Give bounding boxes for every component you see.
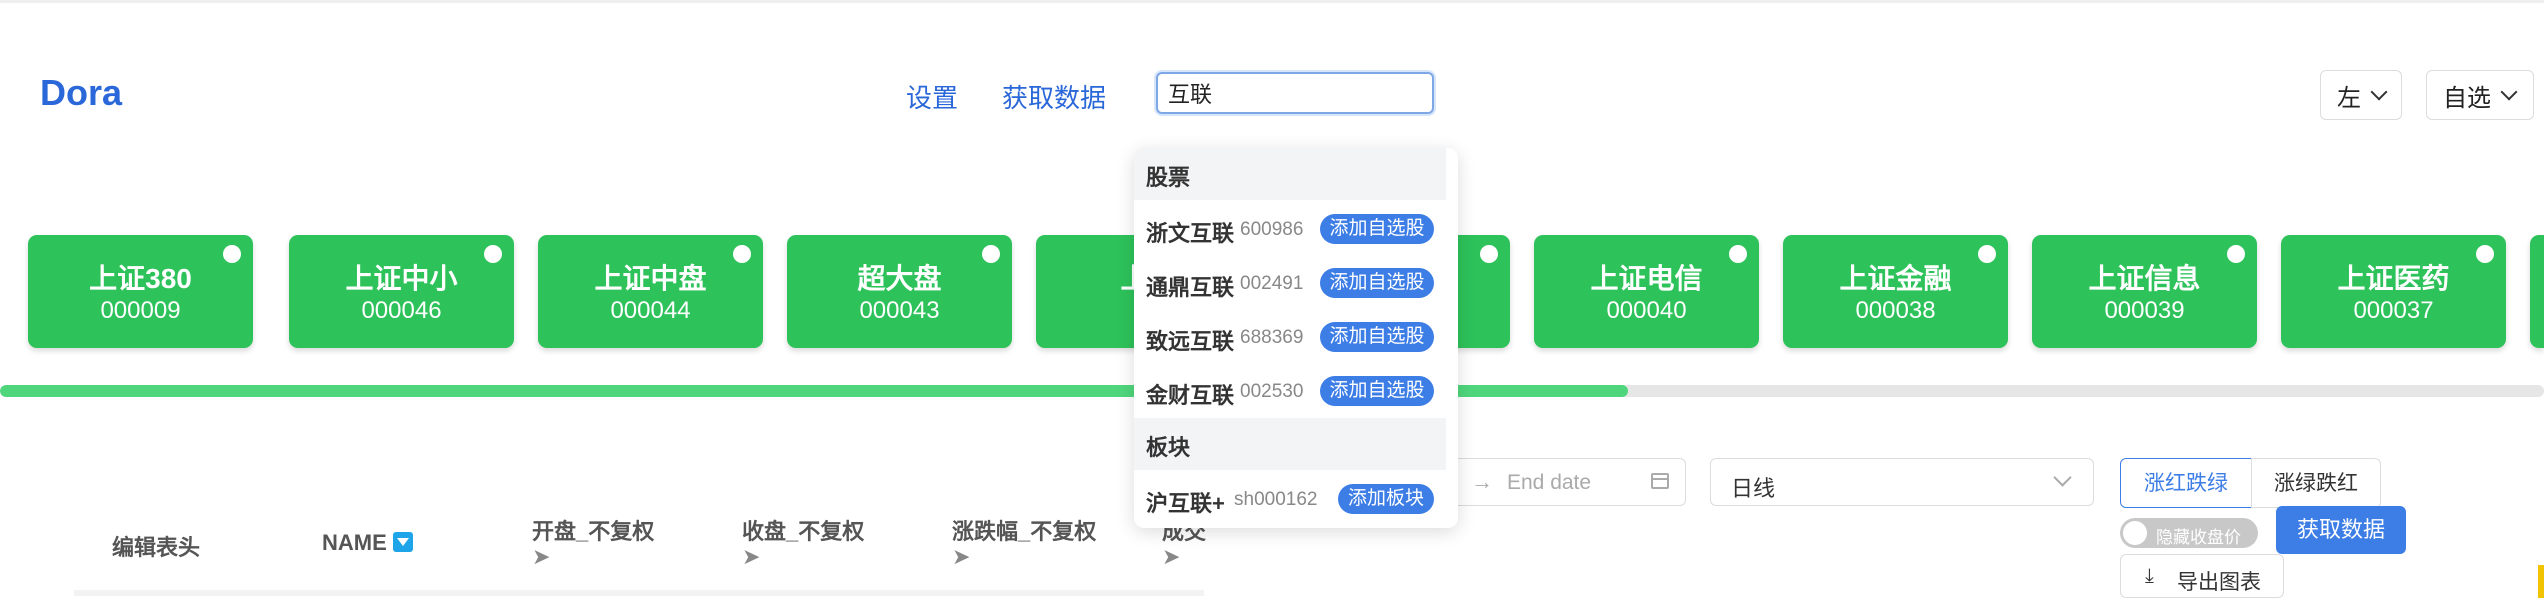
search-result-item[interactable]: 致远互联 688369 添加自选股 bbox=[1134, 310, 1458, 362]
index-card[interactable]: 上证信息 000039 bbox=[2032, 235, 2257, 348]
result-name: 通鼎互联 bbox=[1146, 275, 1235, 300]
index-card-code: 000044 bbox=[610, 297, 691, 324]
card-dot-icon[interactable] bbox=[1480, 245, 1498, 263]
add-to-watchlist-button[interactable]: 添加自选股 bbox=[1320, 214, 1434, 244]
result-name: 致远互联 bbox=[1146, 329, 1235, 354]
result-name: 沪互联+ bbox=[1146, 491, 1225, 516]
index-card-code: 000046 bbox=[361, 297, 442, 324]
dropdown-group-stocks: 股票 bbox=[1134, 148, 1446, 200]
expand-arrow-icon[interactable]: ➤ bbox=[742, 544, 760, 570]
nav-settings-link[interactable]: 设置 bbox=[906, 78, 958, 115]
result-code: 688369 bbox=[1240, 327, 1304, 348]
sort-down-icon[interactable] bbox=[392, 532, 413, 552]
table-body-edge bbox=[74, 590, 1204, 596]
fetch-data-button[interactable]: 获取数据 bbox=[2276, 506, 2406, 554]
index-card[interactable]: 上证中盘 000044 bbox=[538, 235, 763, 348]
nav-fetch-data-link[interactable]: 获取数据 bbox=[1002, 78, 1106, 115]
chevron-down-icon bbox=[2053, 468, 2072, 487]
index-card-name: 上证医药 bbox=[2337, 263, 2450, 294]
table-header-close[interactable]: 收盘_不复权 bbox=[742, 514, 864, 546]
index-card[interactable]: 上证中小 000046 bbox=[289, 235, 514, 348]
add-sector-button[interactable]: 添加板块 bbox=[1338, 484, 1434, 514]
dropdown-group-sectors: 板块 bbox=[1134, 418, 1446, 470]
index-card-code: 000040 bbox=[1606, 297, 1687, 324]
export-chart-button[interactable]: ⤓ 导出图表 bbox=[2120, 554, 2284, 598]
download-icon: ⤓ bbox=[2145, 565, 2154, 587]
table-header-change[interactable]: 涨跌幅_不复权 bbox=[952, 514, 1096, 546]
hide-close-price-label: 隐藏收盘价 bbox=[2156, 528, 2241, 547]
table-header-name[interactable]: NAME bbox=[322, 530, 413, 556]
result-name: 浙文互联 bbox=[1146, 221, 1235, 246]
index-card-name: 上证中小 bbox=[345, 263, 458, 294]
index-card-name: 上证电信 bbox=[1590, 263, 1703, 294]
export-chart-label: 导出图表 bbox=[2177, 571, 2261, 594]
end-date-picker[interactable]: → End date bbox=[1450, 458, 1686, 506]
expand-arrow-icon[interactable]: ➤ bbox=[532, 544, 550, 570]
index-card[interactable]: 超大盘 000043 bbox=[787, 235, 1012, 348]
result-code: 002530 bbox=[1240, 381, 1304, 402]
chevron-down-icon bbox=[2370, 83, 2388, 101]
index-card-name: 上证中盘 bbox=[594, 263, 707, 294]
index-card-partial[interactable] bbox=[2530, 235, 2544, 348]
period-select[interactable]: 日线 bbox=[1710, 458, 2094, 506]
search-result-item[interactable]: 浙文互联 600986 添加自选股 bbox=[1134, 202, 1458, 254]
watchlist-select[interactable]: 自选 bbox=[2426, 70, 2534, 120]
chevron-down-icon bbox=[2500, 83, 2518, 101]
result-name: 金财互联 bbox=[1146, 383, 1235, 408]
index-card-code: 000039 bbox=[2104, 297, 2185, 324]
position-select[interactable]: 左 bbox=[2320, 70, 2402, 120]
index-card-code: 000037 bbox=[2353, 297, 2434, 324]
table-header-open[interactable]: 开盘_不复权 bbox=[532, 514, 654, 546]
end-date-placeholder: End date bbox=[1507, 471, 1592, 494]
toggle-knob bbox=[2123, 521, 2147, 545]
search-result-item[interactable]: 沪互联+ sh000162 添加板块 bbox=[1134, 472, 1458, 524]
expand-arrow-icon[interactable]: ➤ bbox=[1162, 544, 1180, 570]
index-card[interactable]: 上证380 000009 bbox=[28, 235, 253, 348]
index-card[interactable]: 上证电信 000040 bbox=[1534, 235, 1759, 348]
period-select-value: 日线 bbox=[1731, 476, 1776, 501]
index-card-name: 上证金融 bbox=[1839, 263, 1952, 294]
result-code: sh000162 bbox=[1234, 489, 1318, 510]
index-card[interactable]: 上证金融 000038 bbox=[1783, 235, 2008, 348]
add-to-watchlist-button[interactable]: 添加自选股 bbox=[1320, 376, 1434, 406]
index-card-code: 000009 bbox=[100, 297, 181, 324]
add-to-watchlist-button[interactable]: 添加自选股 bbox=[1320, 268, 1434, 298]
watchlist-select-value: 自选 bbox=[2443, 84, 2491, 112]
index-card-code: 000038 bbox=[1855, 297, 1936, 324]
arrow-right-icon: → bbox=[1471, 469, 1493, 494]
search-results-dropdown: 股票 浙文互联 600986 添加自选股 通鼎互联 002491 添加自选股 致… bbox=[1134, 148, 1458, 528]
result-code: 600986 bbox=[1240, 219, 1304, 240]
add-to-watchlist-button[interactable]: 添加自选股 bbox=[1320, 322, 1434, 352]
app-logo[interactable]: Dora bbox=[40, 72, 122, 114]
color-mode-green-up-button[interactable]: 涨绿跌红 bbox=[2251, 458, 2381, 508]
table-header-name-label: NAME bbox=[322, 530, 387, 555]
search-input[interactable] bbox=[1156, 72, 1434, 114]
index-card-name: 超大盘 bbox=[857, 263, 942, 294]
color-mode-red-up-button[interactable]: 涨红跌绿 bbox=[2120, 458, 2252, 508]
result-code: 002491 bbox=[1240, 273, 1304, 294]
search-result-item[interactable]: 金财互联 002530 添加自选股 bbox=[1134, 364, 1458, 416]
index-card-code: 000043 bbox=[859, 297, 940, 324]
top-divider bbox=[0, 0, 2544, 3]
hide-close-price-toggle[interactable]: 隐藏收盘价 bbox=[2120, 518, 2258, 548]
position-select-value: 左 bbox=[2337, 84, 2361, 112]
index-card-name: 上证380 bbox=[89, 263, 192, 294]
index-card-name: 上证信息 bbox=[2088, 263, 2201, 294]
search-result-item[interactable]: 通鼎互联 002491 添加自选股 bbox=[1134, 256, 1458, 308]
calendar-icon bbox=[1651, 473, 1669, 489]
floating-widget-edge[interactable] bbox=[2538, 565, 2544, 598]
expand-arrow-icon[interactable]: ➤ bbox=[952, 544, 970, 570]
index-card[interactable]: 上证医药 000037 bbox=[2281, 235, 2506, 348]
table-header-edit[interactable]: 编辑表头 bbox=[112, 530, 200, 562]
